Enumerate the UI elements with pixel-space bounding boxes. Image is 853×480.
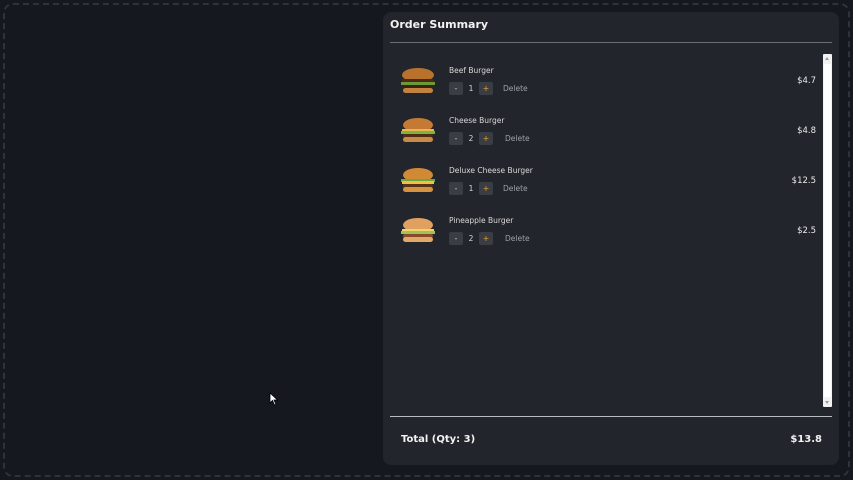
scroll-up-icon[interactable]	[825, 57, 829, 60]
item-name: Pineapple Burger	[449, 216, 514, 225]
burger-image	[401, 118, 435, 142]
quantity-value: 2	[468, 134, 474, 143]
mouse-cursor-icon	[269, 392, 279, 406]
item-name: Beef Burger	[449, 66, 494, 75]
order-items-list: Beef Burger - 1 + Delete $4.7 Cheese Bur…	[390, 54, 832, 406]
total-label: Total (Qty: 3)	[401, 434, 476, 445]
increase-quantity-button[interactable]: +	[479, 182, 493, 195]
item-price: $4.7	[797, 76, 816, 86]
item-name: Cheese Burger	[449, 116, 505, 125]
burger-image	[401, 68, 435, 93]
order-summary-panel: Order Summary Beef Burger - 1 + Delete $…	[383, 12, 839, 465]
item-price: $2.5	[797, 226, 816, 236]
order-item: Pineapple Burger - 2 + Delete $2.5	[390, 212, 816, 252]
menu-area	[13, 13, 383, 477]
delete-item-button[interactable]: Delete	[505, 132, 530, 145]
decrease-quantity-button[interactable]: -	[449, 82, 463, 95]
item-name: Deluxe Cheese Burger	[449, 166, 533, 175]
decrease-quantity-button[interactable]: -	[449, 182, 463, 195]
scroll-down-icon[interactable]	[825, 401, 829, 404]
increase-quantity-button[interactable]: +	[479, 232, 493, 245]
quantity-value: 1	[468, 84, 474, 93]
decrease-quantity-button[interactable]: -	[449, 132, 463, 145]
delete-item-button[interactable]: Delete	[503, 182, 528, 195]
decrease-quantity-button[interactable]: -	[449, 232, 463, 245]
item-price: $4.8	[797, 126, 816, 136]
order-summary-title: Order Summary	[390, 18, 489, 31]
burger-image	[401, 168, 435, 192]
title-divider	[390, 42, 832, 43]
delete-item-button[interactable]: Delete	[503, 82, 528, 95]
order-item: Beef Burger - 1 + Delete $4.7	[390, 62, 816, 102]
burger-image	[401, 218, 435, 242]
increase-quantity-button[interactable]: +	[479, 132, 493, 145]
delete-item-button[interactable]: Delete	[505, 232, 530, 245]
total-value: $13.8	[790, 434, 822, 445]
order-item: Cheese Burger - 2 + Delete $4.8	[390, 112, 816, 152]
order-list-scrollbar[interactable]	[823, 54, 832, 407]
scrollbar-thumb[interactable]	[824, 64, 831, 397]
total-divider	[390, 416, 832, 417]
item-price: $12.5	[791, 176, 816, 186]
quantity-value: 1	[468, 184, 474, 193]
increase-quantity-button[interactable]: +	[479, 82, 493, 95]
quantity-value: 2	[468, 234, 474, 243]
order-item: Deluxe Cheese Burger - 1 + Delete $12.5	[390, 162, 816, 202]
